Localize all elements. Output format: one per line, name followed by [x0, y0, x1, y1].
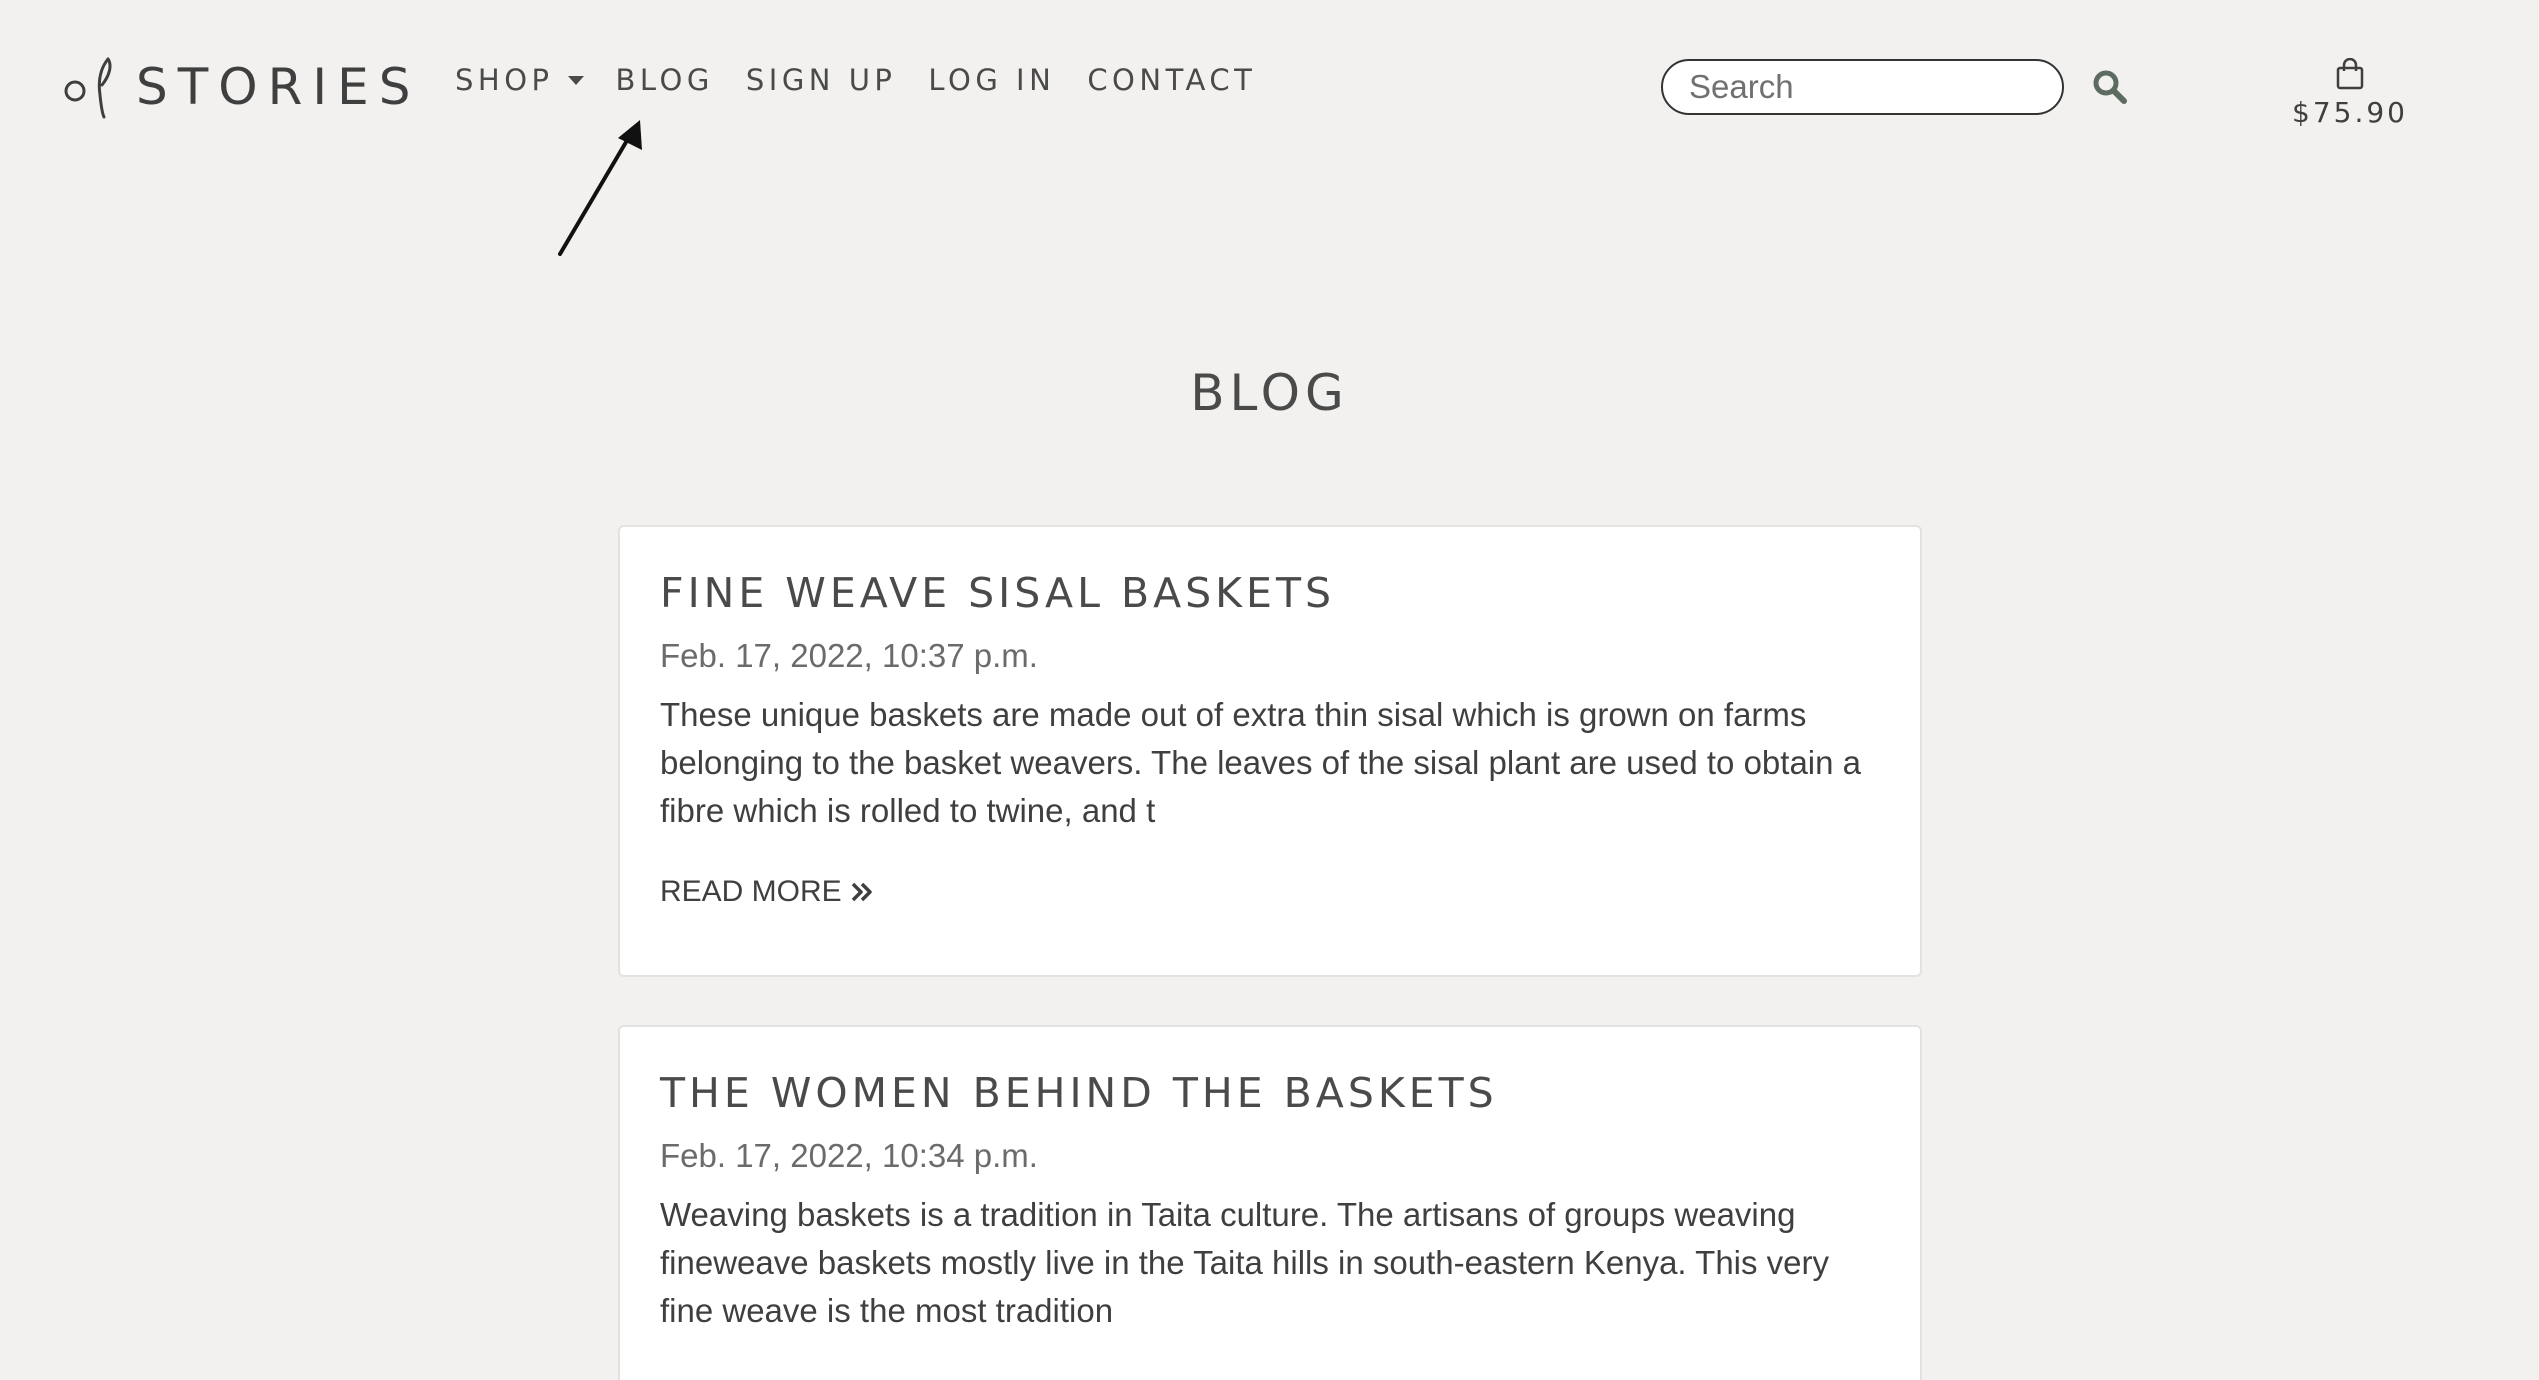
- post-title[interactable]: FINE WEAVE SISAL BASKETS: [660, 565, 1880, 621]
- logo-wordmark: STORIES: [136, 58, 421, 116]
- blog-post-card: THE WOMEN BEHIND THE BASKETS Feb. 17, 20…: [618, 1025, 1922, 1380]
- search-button[interactable]: [2092, 69, 2128, 110]
- read-more-link[interactable]: READ MORE: [660, 875, 874, 909]
- blog-post-card: FINE WEAVE SISAL BASKETS Feb. 17, 2022, …: [618, 525, 1922, 977]
- read-more-label: READ MORE: [660, 875, 842, 908]
- double-chevron-right-icon: [851, 882, 872, 902]
- search-input[interactable]: [1687, 67, 2041, 107]
- post-title[interactable]: THE WOMEN BEHIND THE BASKETS: [660, 1065, 1880, 1121]
- page-title: BLOG: [1190, 364, 1349, 422]
- nav-blog[interactable]: BLOG: [616, 62, 714, 98]
- nav-log-in[interactable]: LOG IN: [928, 62, 1055, 98]
- nav-shop[interactable]: SHOP: [455, 62, 584, 98]
- shopping-bag-icon: [2336, 58, 2364, 90]
- post-date: Feb. 17, 2022, 10:34 p.m.: [660, 1137, 1038, 1174]
- nav-contact[interactable]: CONTACT: [1087, 62, 1256, 98]
- blog-page: STORIES SHOP BLOG SIGN UP LOG IN CONTACT: [0, 0, 2539, 1380]
- main-nav: SHOP BLOG SIGN UP LOG IN CONTACT: [455, 62, 1288, 98]
- nav-sign-up-label: SIGN UP: [745, 63, 897, 97]
- cart-button[interactable]: $75.90: [2290, 58, 2410, 129]
- annotation-arrow-icon: [558, 120, 642, 256]
- nav-sign-up[interactable]: SIGN UP: [746, 62, 897, 98]
- nav-blog-label: BLOG: [615, 63, 714, 97]
- site-header: STORIES SHOP BLOG SIGN UP LOG IN CONTACT: [0, 0, 2539, 256]
- logo-mark-icon: [64, 57, 112, 119]
- nav-contact-label: CONTACT: [1087, 63, 1257, 97]
- site-logo[interactable]: STORIES: [62, 52, 420, 122]
- search-icon: [2093, 70, 2127, 104]
- nav-log-in-label: LOG IN: [928, 63, 1056, 97]
- cart-total: $75.90: [2292, 96, 2408, 129]
- post-date: Feb. 17, 2022, 10:37 p.m.: [660, 637, 1038, 674]
- post-excerpt: Weaving baskets is a tradition in Taita …: [660, 1196, 1830, 1329]
- search-field[interactable]: [1661, 59, 2064, 115]
- post-excerpt: These unique baskets are made out of ext…: [660, 696, 1862, 829]
- caret-down-icon: [567, 75, 584, 85]
- nav-shop-label: SHOP: [455, 63, 554, 97]
